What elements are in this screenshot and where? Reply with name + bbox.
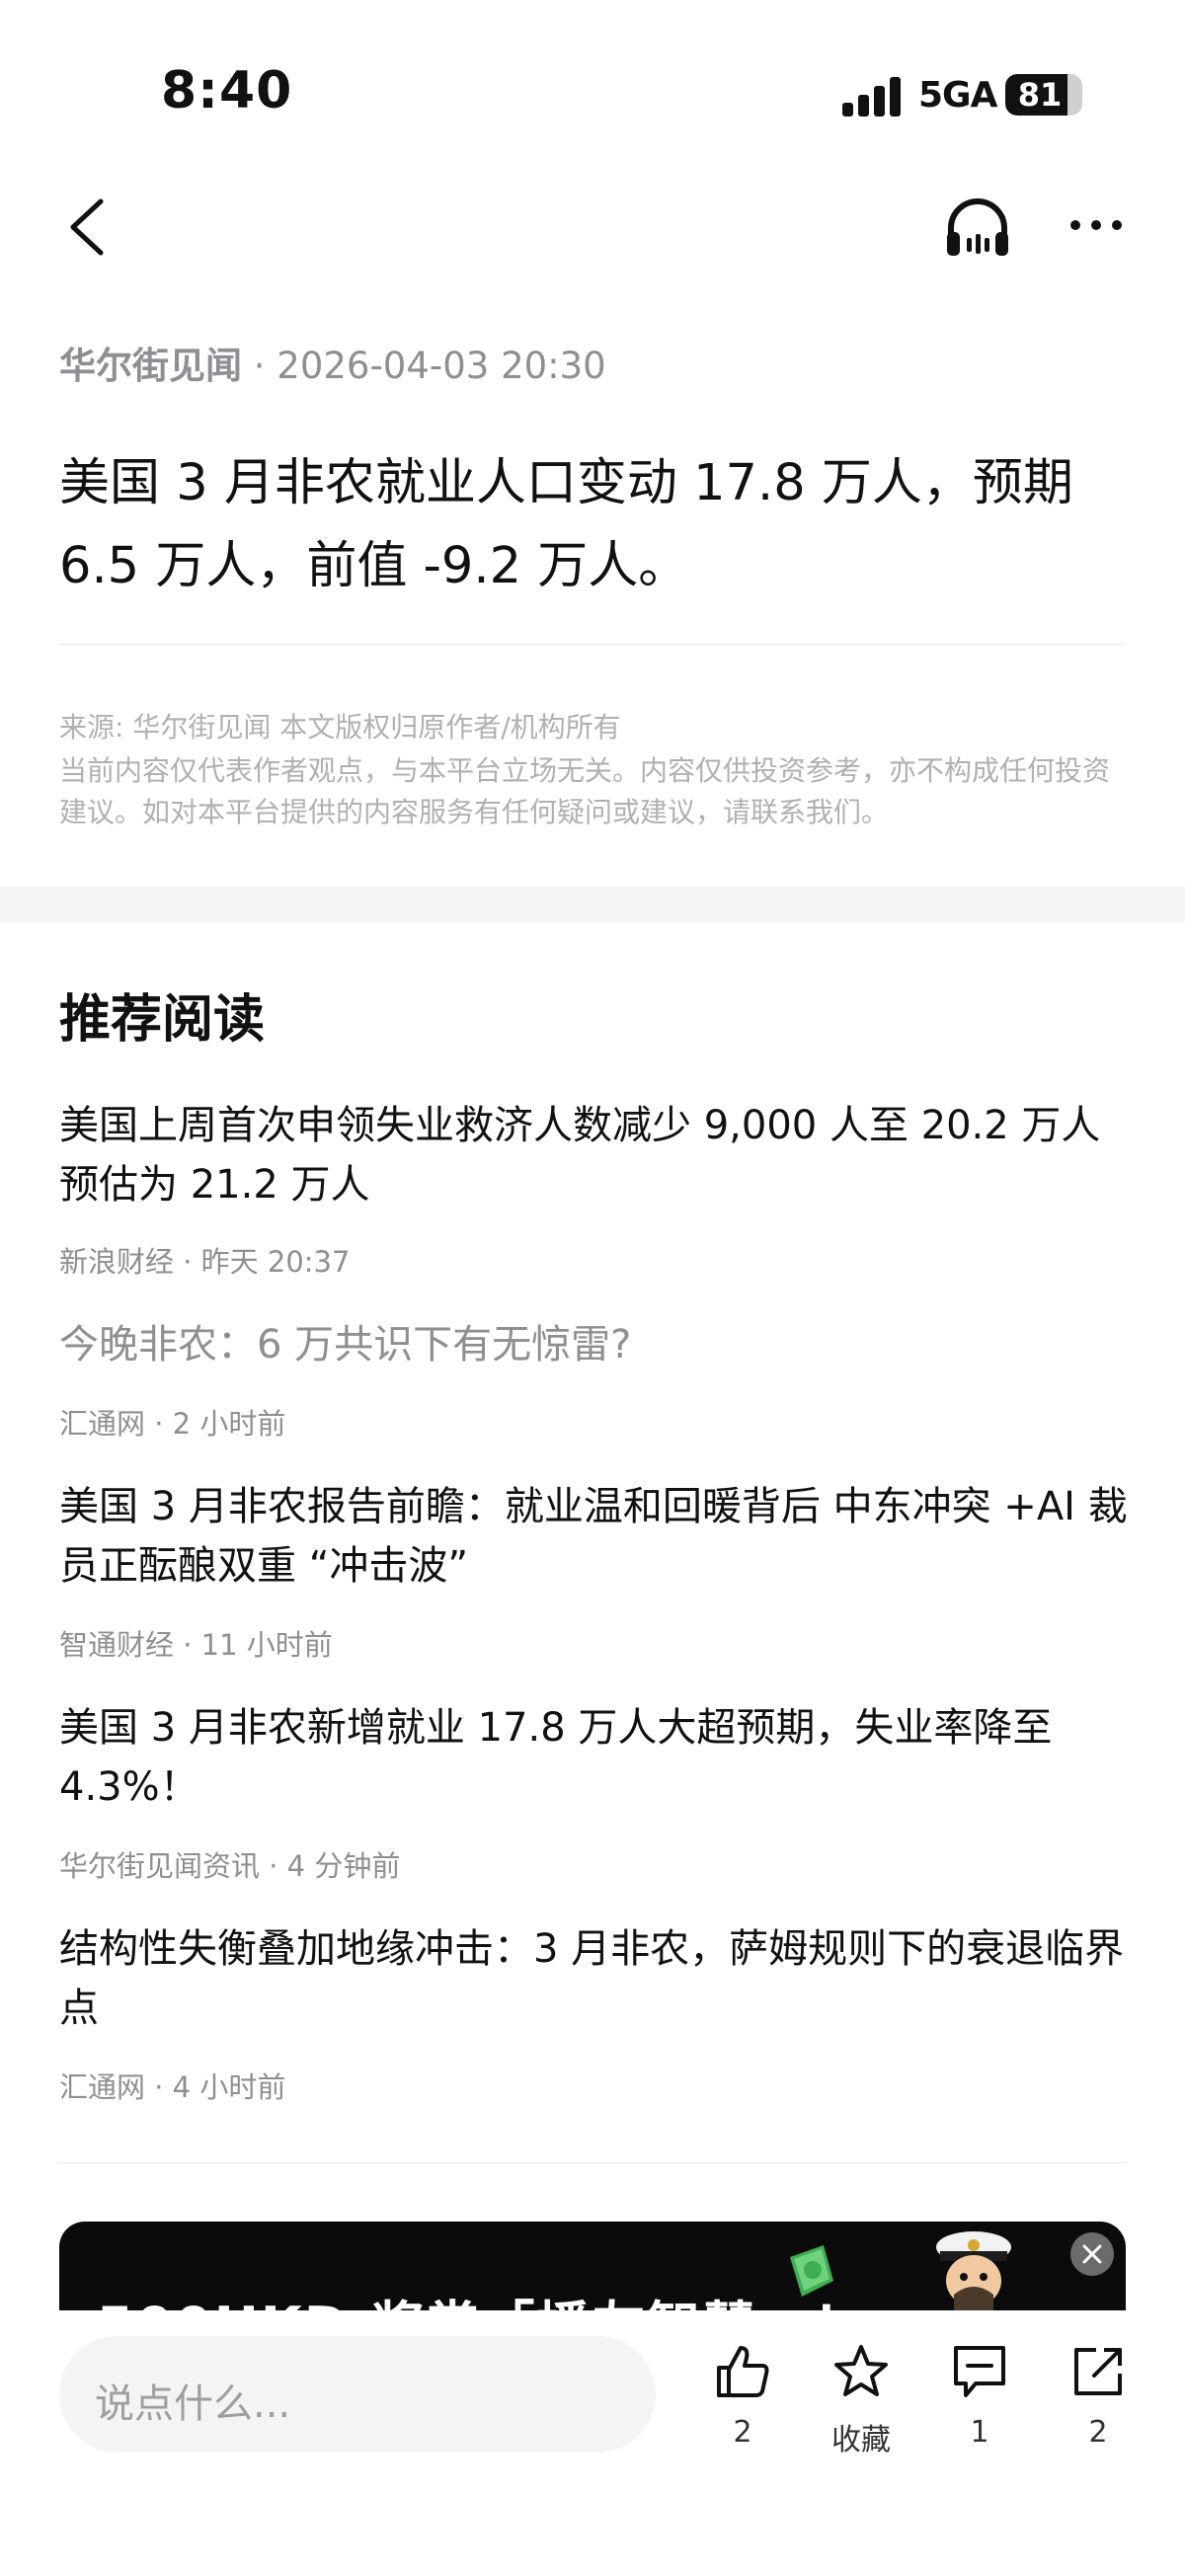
- star-icon: [834, 2345, 888, 2396]
- share-button[interactable]: 2: [1049, 2342, 1147, 2450]
- recommended-title: 推荐阅读: [59, 990, 266, 1050]
- article-source[interactable]: 华尔街见闻: [59, 345, 242, 387]
- article-meta: 华尔街见闻 · 2026-04-03 20:30: [59, 336, 606, 389]
- ad-close-button[interactable]: [1070, 2232, 1114, 2276]
- like-button[interactable]: 2: [693, 2342, 792, 2450]
- battery-cap: [1076, 86, 1082, 104]
- battery-icon: 81: [1005, 74, 1082, 116]
- source-line: 来源: 华尔街见闻 本文版权归原作者/机构所有: [59, 711, 621, 743]
- comment-placeholder: 说点什么...: [95, 2381, 291, 2427]
- divider: [59, 644, 1126, 645]
- money-icon: [780, 2237, 839, 2310]
- back-button[interactable]: [59, 188, 118, 267]
- recommended-item-meta: 汇通网 · 2 小时前: [59, 1407, 286, 1441]
- recommended-item-title[interactable]: 今晚非农：6 万共识下有无惊雷?: [59, 1315, 1136, 1374]
- disclaimer: 当前内容仅代表作者观点，与本平台立场无关。内容仅供投资参考，亦不构成任何投资建议…: [59, 754, 1111, 828]
- listen-button[interactable]: [943, 193, 1012, 262]
- article-headline: 美国 3 月非农就业人口变动 17.8 万人，预期 6.5 万人，前值 -9.2…: [59, 454, 1073, 595]
- recommended-item-meta: 华尔街见闻资讯 · 4 分钟前: [59, 1849, 401, 1883]
- cellular-signal-icon: [842, 73, 902, 117]
- comment-input[interactable]: 说点什么...: [59, 2336, 656, 2453]
- favorite-label: 收藏: [831, 2423, 891, 2458]
- thumbs-up-icon: [717, 2346, 769, 2397]
- comment-count: 1: [970, 2415, 989, 2450]
- meta-separator: ·: [253, 345, 266, 387]
- more-button[interactable]: [1066, 197, 1126, 257]
- ad-text: 500HKD 奖赏「播友智慧」！: [97, 2283, 868, 2310]
- article-datetime: 2026-04-03 20:30: [276, 345, 606, 387]
- recommended-item-title[interactable]: 美国 3 月非农报告前瞻：就业温和回暖背后 中东冲突 +AI 裁员正酝酿双重 “…: [59, 1477, 1136, 1596]
- share-count: 2: [1088, 2415, 1108, 2450]
- recommended-item-meta: 智通财经 · 11 小时前: [59, 1628, 333, 1662]
- comment-icon: [954, 2346, 1005, 2397]
- captain-mascot-icon: [926, 2225, 1021, 2310]
- divider: [59, 2162, 1126, 2163]
- close-icon: [1082, 2244, 1102, 2264]
- more-dots-icon: [1070, 220, 1122, 230]
- chevron-left-icon: [70, 198, 104, 256]
- section-gap: [0, 887, 1185, 922]
- network-type: 5GA: [918, 75, 997, 116]
- like-count: 2: [733, 2415, 752, 2450]
- recommended-item-title[interactable]: 结构性失衡叠加地缘冲击：3 月非农，萨姆规则下的衰退临界点: [59, 1919, 1136, 2038]
- favorite-button[interactable]: 收藏: [812, 2342, 910, 2459]
- status-time: 8:40: [161, 61, 293, 120]
- comment-button[interactable]: 1: [930, 2342, 1029, 2450]
- recommended-item-title[interactable]: 美国上周首次申领失业救济人数减少 9,000 人至 20.2 万人 预估为 21…: [59, 1096, 1136, 1214]
- battery-level: 81: [1017, 76, 1063, 114]
- headphones-icon: [947, 198, 1008, 256]
- recommended-item-meta: 新浪财经 · 昨天 20:37: [59, 1245, 351, 1279]
- recommended-item-title[interactable]: 美国 3 月非农新增就业 17.8 万人大超预期，失业率降至 4.3%！: [59, 1698, 1136, 1817]
- share-icon: [1074, 2348, 1122, 2395]
- recommended-item-meta: 汇通网 · 4 小时前: [59, 2070, 286, 2104]
